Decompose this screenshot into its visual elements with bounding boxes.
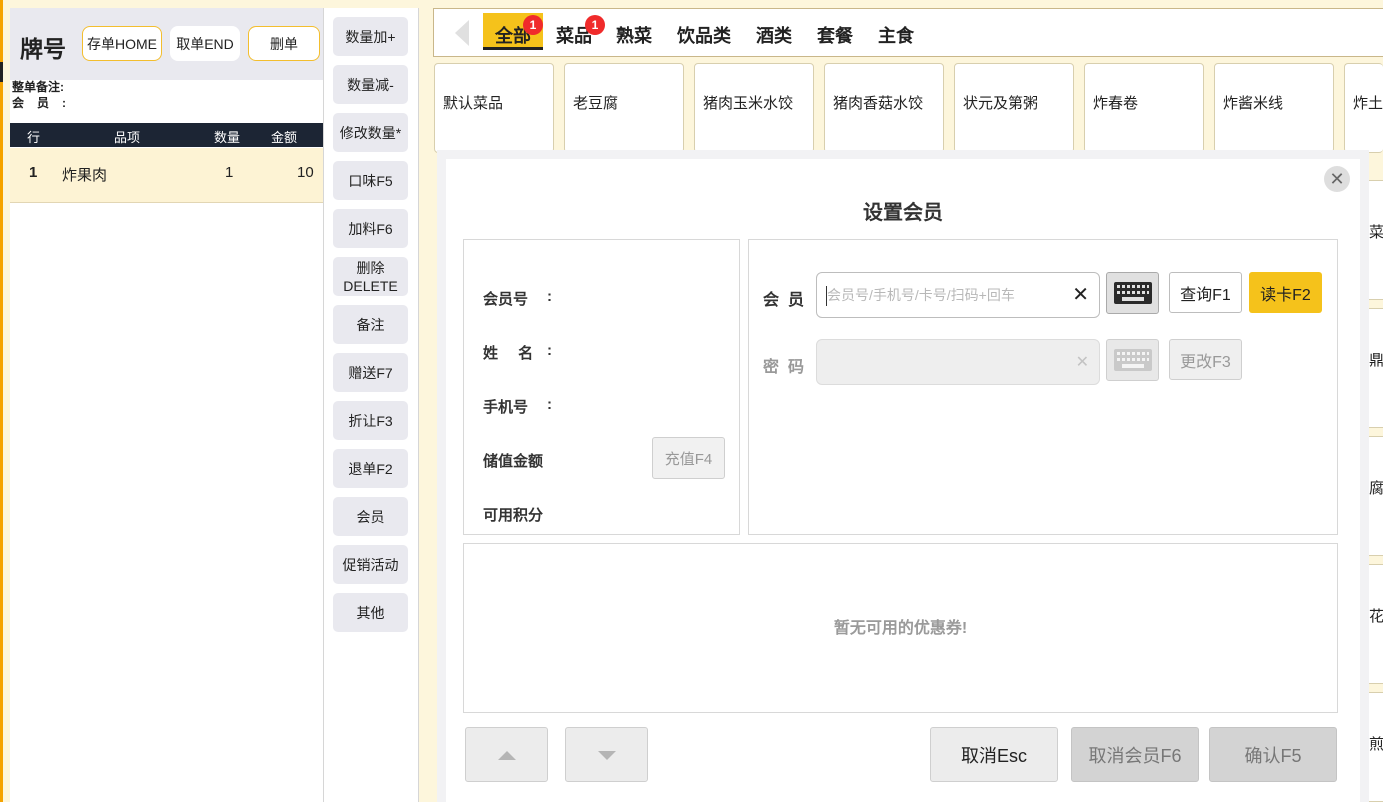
order-header: 牌号 存单HOME 取单END 删单 <box>10 8 323 80</box>
discount-button[interactable]: 折让F3 <box>333 401 408 440</box>
qty-plus-button[interactable]: 数量加+ <box>333 17 408 56</box>
name-label: 姓 名 <box>483 345 542 362</box>
qty-minus-button[interactable]: 数量减- <box>333 65 408 104</box>
member-button[interactable]: 会员 <box>333 497 408 536</box>
table-row[interactable]: 1 炸果肉 1 10 <box>10 148 323 203</box>
other-button[interactable]: 其他 <box>333 593 408 632</box>
page-down-button[interactable] <box>565 727 648 782</box>
password-keyboard-icon <box>1106 339 1159 381</box>
dish-card[interactable]: 炸酱米线 <box>1214 63 1334 153</box>
phone-label: 手机号 <box>483 399 529 416</box>
cancel-member-button: 取消会员F6 <box>1071 727 1199 782</box>
tab-sets[interactable]: 套餐 <box>817 22 853 48</box>
retrieve-order-button[interactable]: 取单END <box>170 26 240 61</box>
tab-liquor[interactable]: 酒类 <box>756 22 792 48</box>
dish-card[interactable]: 老豆腐 <box>564 63 684 153</box>
remark-button[interactable]: 备注 <box>333 305 408 344</box>
dish-card[interactable]: 状元及第粥 <box>954 63 1074 153</box>
col-row: 行 <box>27 130 41 145</box>
read-card-button[interactable]: 读卡F2 <box>1249 272 1322 313</box>
cancel-button[interactable]: 取消Esc <box>930 727 1058 782</box>
balance-label: 储值金额 <box>483 453 544 470</box>
col-qty: 数量 <box>214 130 241 145</box>
member-info-panel <box>463 239 740 535</box>
page-up-button[interactable] <box>465 727 548 782</box>
name-colon: : <box>547 342 552 359</box>
dish-card[interactable]: 猪肉香菇水饺 <box>824 63 944 153</box>
order-member-label: 会员: <box>12 96 79 110</box>
category-prev-icon[interactable] <box>455 20 469 46</box>
dish-card[interactable]: 炸春卷 <box>1084 63 1204 153</box>
left-accent-mark <box>0 62 3 82</box>
delete-order-button[interactable]: 删单 <box>248 26 320 61</box>
order-title: 牌号 <box>20 36 66 62</box>
clear-password-icon: ✕ <box>1075 354 1089 371</box>
left-accent-bar <box>0 0 3 802</box>
function-column: 数量加+ 数量减- 修改数量* 口味F5 加料F6 删除 DELETE 备注 赠… <box>323 8 419 802</box>
flavor-button[interactable]: 口味F5 <box>333 161 408 200</box>
change-password-button: 更改F3 <box>1169 339 1242 380</box>
delete-item-button[interactable]: 删除 DELETE <box>333 257 408 296</box>
arrow-down-icon <box>598 751 616 760</box>
edit-qty-button[interactable]: 修改数量* <box>333 113 408 152</box>
recharge-button[interactable]: 充值F4 <box>652 437 725 479</box>
dish-card[interactable]: 炸土 <box>1344 63 1383 153</box>
phone-colon: : <box>547 396 552 413</box>
row-amount: 10 <box>297 164 314 181</box>
close-icon[interactable]: ✕ <box>1324 166 1350 192</box>
member-no-label: 会员号 <box>483 291 529 308</box>
return-button[interactable]: 退单F2 <box>333 449 408 488</box>
coupon-empty-message: 暂无可用的优惠券! <box>833 620 968 637</box>
clear-icon[interactable]: ✕ <box>1072 284 1089 306</box>
order-table-header: 行 品项 数量 金额 <box>10 123 323 147</box>
add-ingredient-button[interactable]: 加料F6 <box>333 209 408 248</box>
member-search-input[interactable]: ✕ <box>816 272 1100 318</box>
row-qty: 1 <box>225 164 234 181</box>
member-search-field[interactable] <box>827 273 1067 317</box>
order-notes: 整单备注: 会员: <box>12 79 79 111</box>
save-order-button[interactable]: 存单HOME <box>82 26 162 61</box>
row-number: 1 <box>29 164 38 181</box>
password-label: 密码 <box>763 359 814 376</box>
member-no-colon: : <box>547 288 552 305</box>
tab-dishes-badge: 1 <box>585 15 605 35</box>
member-field-label: 会员 <box>763 292 814 309</box>
tab-drinks[interactable]: 饮品类 <box>677 22 731 48</box>
confirm-button: 确认F5 <box>1209 727 1337 782</box>
tab-all-badge: 1 <box>523 15 543 35</box>
dish-card[interactable]: 猪肉玉米水饺 <box>694 63 814 153</box>
col-amount: 金额 <box>271 130 298 145</box>
modal-title: 设置会员 <box>863 202 943 224</box>
points-label: 可用积分 <box>483 507 544 524</box>
tab-cooked[interactable]: 熟菜 <box>616 22 652 48</box>
keyboard-icon[interactable] <box>1106 272 1159 314</box>
whole-order-note-label: 整单备注: <box>12 80 64 94</box>
dish-card[interactable]: 默认菜品 <box>434 63 554 153</box>
col-item: 品项 <box>114 130 141 145</box>
gift-button[interactable]: 赠送F7 <box>333 353 408 392</box>
tab-staple[interactable]: 主食 <box>878 22 914 48</box>
query-member-button[interactable]: 查询F1 <box>1169 272 1242 313</box>
promotion-button[interactable]: 促销活动 <box>333 545 408 584</box>
row-item: 炸果肉 <box>62 167 108 184</box>
password-input: ✕ <box>816 339 1100 385</box>
arrow-up-icon <box>498 751 516 760</box>
